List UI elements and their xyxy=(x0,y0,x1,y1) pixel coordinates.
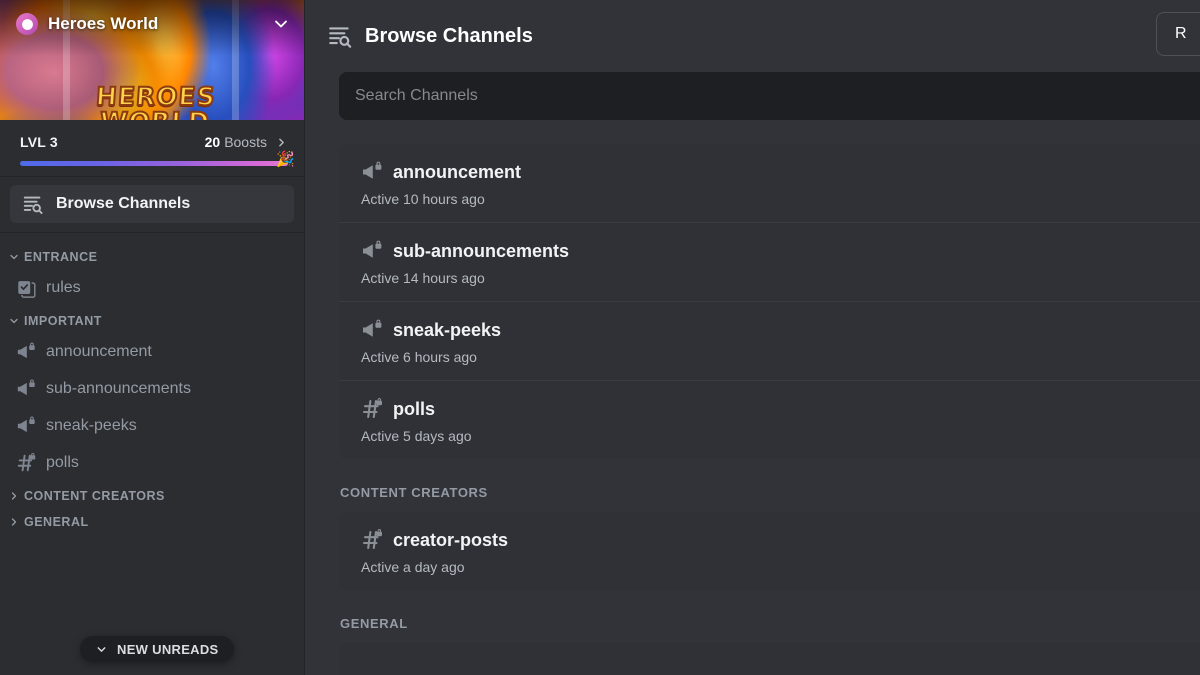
announcement-locked-icon xyxy=(363,161,382,179)
channel-card-announcement[interactable]: announcement Active 10 hours ago xyxy=(339,144,1200,222)
reset-button[interactable]: R xyxy=(1156,12,1200,56)
channel-card-group-general xyxy=(339,643,1200,675)
chevron-down-icon[interactable] xyxy=(271,14,291,34)
channel-activity: Active a day ago xyxy=(361,559,465,575)
verified-shield-icon xyxy=(16,13,38,35)
channel-card-sub-announcements[interactable]: sub-announcements Active 14 hours ago xyxy=(339,222,1200,301)
category-label: IMPORTANT xyxy=(24,314,102,328)
sidebar-browse-channels-label: Browse Channels xyxy=(56,195,191,212)
page-title: Browse Channels xyxy=(365,24,533,47)
channel-card-title-row: announcement xyxy=(361,160,1200,184)
server-header-dropdown[interactable]: Heroes World xyxy=(0,0,304,48)
category-label: ENTRANCE xyxy=(24,250,98,264)
channel-card-title-row: sub-announcements xyxy=(361,239,1200,263)
channel-name: creator-posts xyxy=(393,529,509,550)
boost-progress-bar: 🎉 xyxy=(20,152,295,167)
new-unreads-button[interactable]: NEW UNREADS xyxy=(80,636,234,662)
boost-unit-label: Boosts xyxy=(224,134,267,150)
browse-channels-icon xyxy=(23,196,43,214)
channel-card-group: creator-posts Active a day ago xyxy=(339,512,1200,590)
announcement-locked-icon xyxy=(17,342,35,359)
boost-level-label: LVL 3 xyxy=(20,134,58,150)
channel-card-title-row: creator-posts xyxy=(361,528,1200,552)
search-input[interactable]: Search Channels xyxy=(339,72,1200,120)
browse-channels-icon xyxy=(329,27,352,48)
hash-locked-icon xyxy=(17,452,36,472)
search-placeholder: Search Channels xyxy=(355,87,478,104)
server-name: Heroes World xyxy=(48,14,159,33)
chevron-down-icon xyxy=(10,254,18,260)
rules-channel-icon xyxy=(18,281,36,298)
discord-browse-channels-app: HEROES WORLD Heroes World LVL 3 20 Boost… xyxy=(0,0,1200,675)
channel-activity: Active 14 hours ago xyxy=(361,270,485,286)
boost-status-row[interactable]: LVL 3 20 Boosts xyxy=(20,134,288,150)
chevron-down-icon xyxy=(10,318,18,324)
sidebar-channel-rules[interactable]: rules xyxy=(8,270,296,306)
channel-results-list: announcement Active 10 hours ago sub-ann… xyxy=(305,120,1200,675)
channel-card-creator-posts[interactable]: creator-posts Active a day ago xyxy=(339,512,1200,590)
channel-card-group: announcement Active 10 hours ago sub-ann… xyxy=(339,144,1200,459)
category-header-general[interactable]: GENERAL xyxy=(0,508,304,534)
sidebar-channel-label: announcement xyxy=(46,343,152,360)
panel-header: Browse Channels R xyxy=(305,0,1200,72)
channel-card-sneak-peeks[interactable]: sneak-peeks Active 6 hours ago xyxy=(339,301,1200,380)
boost-count-group: 20 Boosts xyxy=(205,134,288,150)
sidebar-channel-label: sub-announcements xyxy=(46,380,191,397)
channel-activity: Active 5 days ago xyxy=(361,428,472,444)
category-label: CONTENT CREATORS xyxy=(24,489,165,503)
channel-tree: ENTRANCE rules IMPORTANT announcement su… xyxy=(0,233,304,534)
channel-activity: Active 6 hours ago xyxy=(361,349,477,365)
browse-channels-section: Browse Channels xyxy=(0,177,304,233)
channel-name: announcement xyxy=(393,161,522,182)
channel-activity: Active 10 hours ago xyxy=(361,191,485,207)
category-header-content-creators[interactable]: CONTENT CREATORS xyxy=(0,482,304,508)
announcement-locked-icon xyxy=(17,379,35,396)
category-header-important[interactable]: IMPORTANT xyxy=(0,307,304,333)
sidebar-channel-polls[interactable]: polls xyxy=(8,445,296,481)
sidebar-channel-label: polls xyxy=(46,454,79,471)
category-label: GENERAL xyxy=(24,515,89,529)
channel-card-polls[interactable]: polls Active 5 days ago xyxy=(339,380,1200,459)
boost-count: 20 xyxy=(204,134,221,150)
sidebar-channel-label: rules xyxy=(46,279,81,296)
sidebar-channel-label: sneak-peeks xyxy=(46,417,137,434)
sidebar-channel-announcement[interactable]: announcement xyxy=(8,334,296,370)
announcement-locked-icon xyxy=(17,416,35,433)
category-header-entrance[interactable]: ENTRANCE xyxy=(0,243,304,269)
hash-locked-icon xyxy=(362,398,382,419)
section-header-content-creators: CONTENT CREATORS xyxy=(340,485,488,500)
chevron-right-icon xyxy=(11,492,17,500)
sidebar-channel-sub-announcements[interactable]: sub-announcements xyxy=(8,371,296,407)
hash-locked-icon xyxy=(362,529,382,550)
search-section: Search Channels xyxy=(305,72,1200,120)
channel-card-title-row: polls xyxy=(361,397,1200,421)
chevron-right-icon[interactable] xyxy=(275,136,288,149)
party-popper-icon: 🎉 xyxy=(276,150,295,168)
sidebar-channel-sneak-peeks[interactable]: sneak-peeks xyxy=(8,408,296,444)
new-unreads-label: NEW UNREADS xyxy=(117,641,219,657)
chevron-down-icon xyxy=(97,646,106,652)
server-boost-block: LVL 3 20 Boosts 🎉 xyxy=(0,120,304,177)
announcement-locked-icon xyxy=(363,240,382,258)
server-sidebar: HEROES WORLD Heroes World LVL 3 20 Boost… xyxy=(0,0,305,675)
banner-title-line2: WORLD xyxy=(98,106,212,120)
browse-channels-panel: Browse Channels R Search Channels announ… xyxy=(305,0,1200,675)
server-banner: HEROES WORLD Heroes World xyxy=(0,0,304,120)
channel-name: polls xyxy=(393,398,436,419)
announcement-locked-icon xyxy=(363,319,382,337)
channel-name: sneak-peeks xyxy=(393,319,502,340)
chevron-right-icon xyxy=(11,518,17,526)
channel-card-title-row: sneak-peeks xyxy=(361,318,1200,342)
channel-name: sub-announcements xyxy=(393,240,570,261)
section-header-general: GENERAL xyxy=(340,616,408,631)
sidebar-browse-channels-button[interactable]: Browse Channels xyxy=(10,185,294,223)
